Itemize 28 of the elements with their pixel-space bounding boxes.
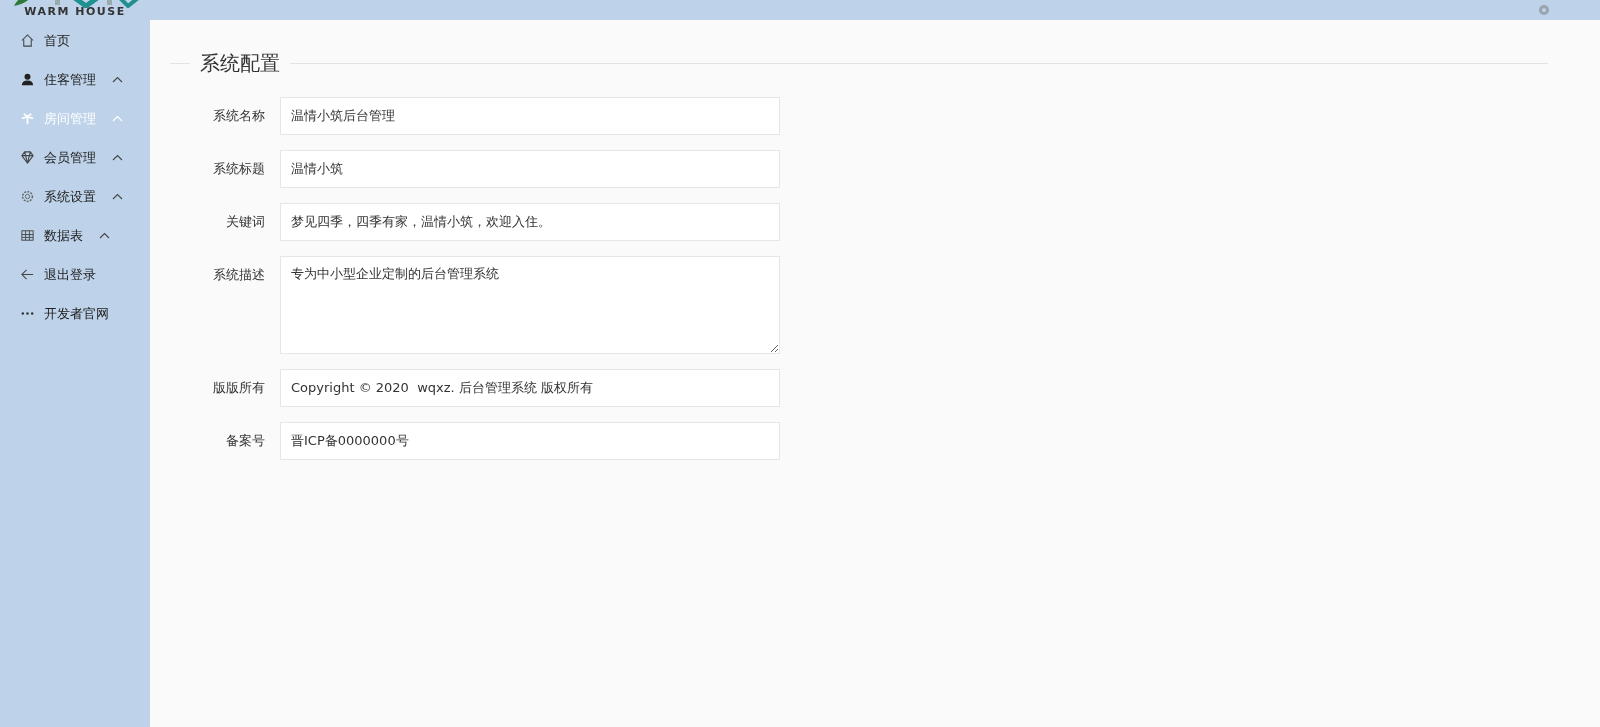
diamond-icon	[20, 150, 35, 165]
sidebar-item[interactable]: 数据表	[0, 216, 150, 255]
table-icon	[20, 228, 35, 243]
input-field[interactable]: 温情小筑	[280, 150, 780, 188]
field-label: 关键词	[225, 213, 265, 231]
input-field[interactable]: Copyright © 2020 wqxz. 后台管理系统 版权所有	[280, 369, 780, 407]
arrow-left-icon	[20, 267, 35, 282]
field-label: 备案号	[225, 432, 265, 450]
field-label: 系统标题	[212, 160, 265, 178]
input-field[interactable]: 温情小筑后台管理	[280, 97, 780, 135]
section-title: 系统配置	[200, 50, 280, 77]
sidebar-item[interactable]: 退出登录	[0, 255, 150, 294]
sidebar-item[interactable]: 首页	[0, 21, 150, 60]
sidebar-item[interactable]: 会员管理	[0, 138, 150, 177]
sidebar-item[interactable]: 住客管理	[0, 60, 150, 99]
input-field[interactable]: 梦见四季，四季有家，温情小筑，欢迎入住。	[280, 203, 780, 241]
field-label: 系统名称	[212, 107, 265, 125]
palm-tree-icon	[20, 111, 35, 126]
textarea-field[interactable]: 专为中小型企业定制的后台管理系统	[280, 256, 780, 354]
field-label: 系统描述	[212, 266, 265, 284]
user-icon	[20, 72, 35, 87]
logo-text: WARM HOUSE	[24, 6, 126, 18]
field-label: 版版所有	[212, 379, 265, 397]
sidebar-item[interactable]: 系统设置	[0, 177, 150, 216]
settings-icon	[20, 189, 35, 204]
sidebar-item[interactable]: 开发者官网	[0, 294, 150, 333]
home-icon	[20, 33, 35, 48]
input-field[interactable]: 晋ICP备0000000号	[280, 422, 780, 460]
